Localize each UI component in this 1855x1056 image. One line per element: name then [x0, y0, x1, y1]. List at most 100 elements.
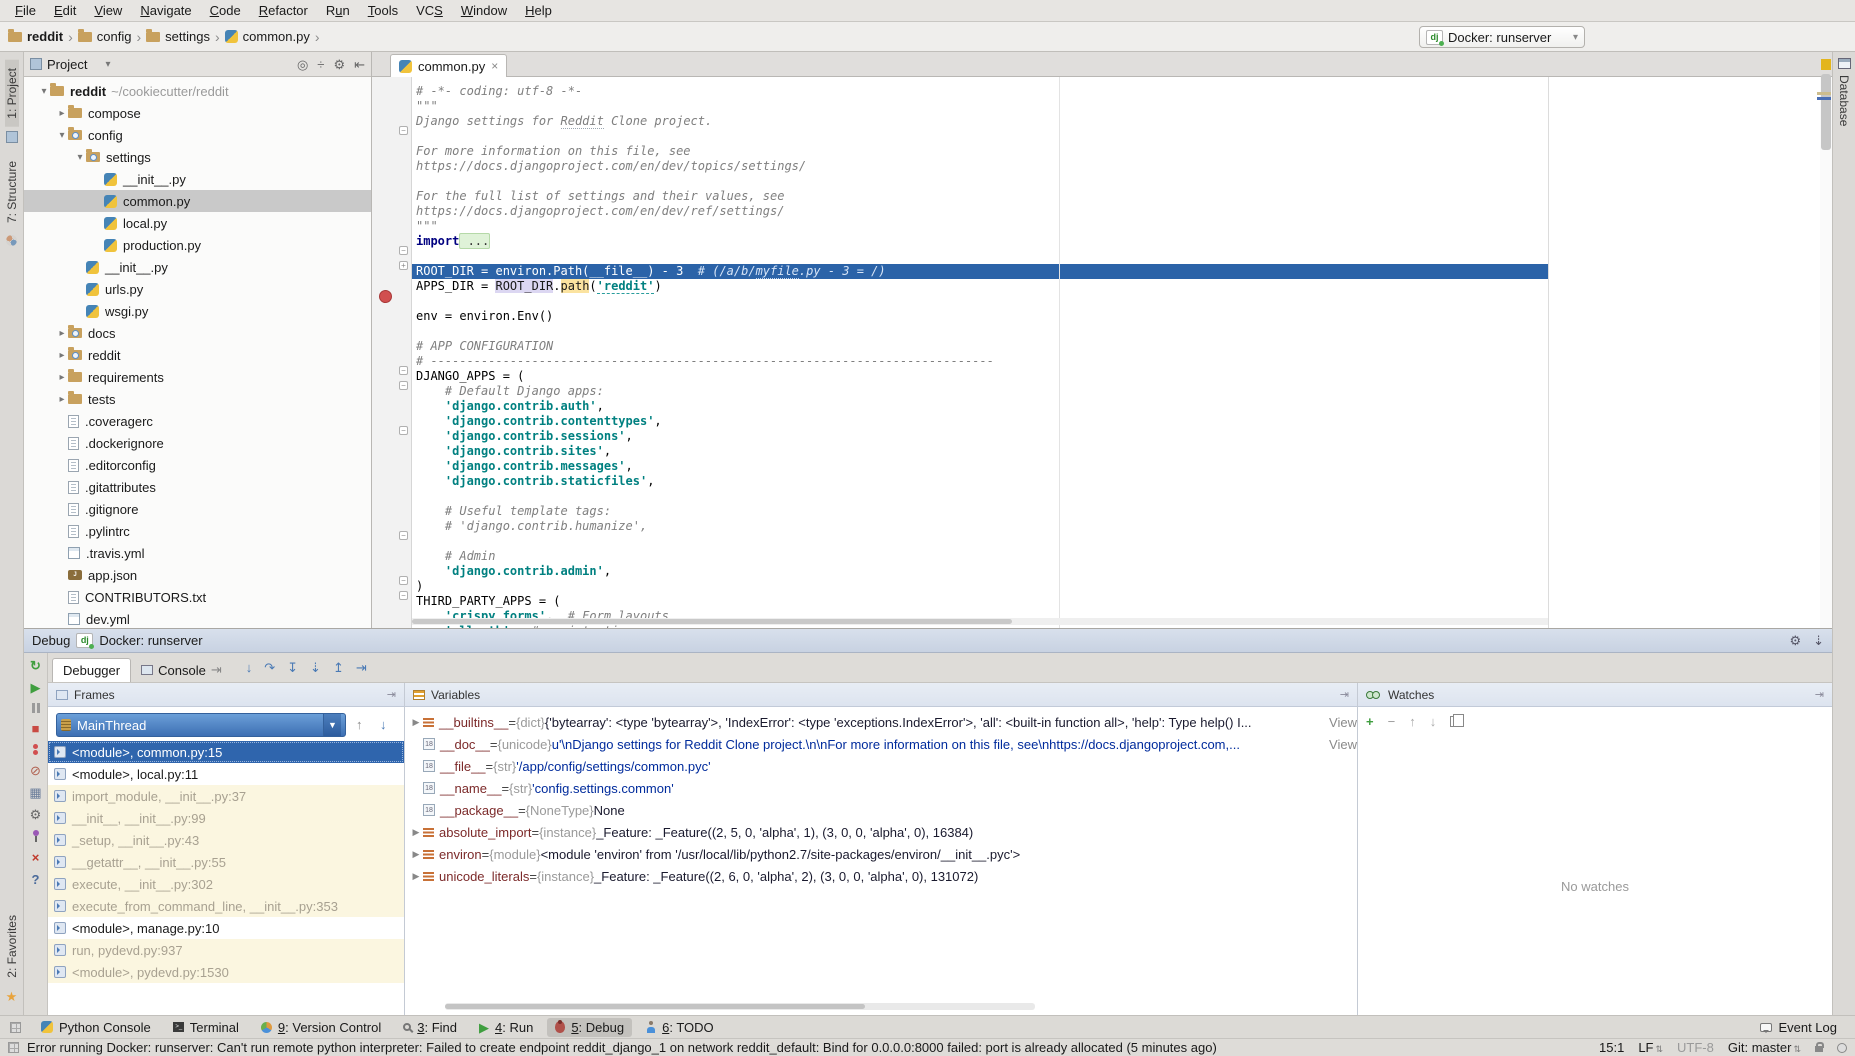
breadcrumb-item-settings[interactable]: settings [146, 29, 210, 44]
code-line[interactable]: 'django.contrib.sessions', [412, 429, 1832, 444]
hide-panel-icon[interactable]: ⇥ [387, 688, 396, 701]
frame-row[interactable]: _setup, __init__.py:43 [48, 829, 404, 851]
variables-horizontal-scrollbar[interactable] [445, 1003, 1035, 1010]
frame-down-icon[interactable]: ↓ [380, 717, 387, 732]
scrollbar-thumb[interactable] [445, 1004, 865, 1009]
hide-panel-icon[interactable]: ⇤ [354, 58, 365, 71]
frame-row[interactable]: <module>, local.py:11 [48, 763, 404, 785]
hide-tool-window-icon[interactable]: ⇣ [1813, 634, 1824, 647]
tree-item-urlspy[interactable]: urls.py [24, 278, 371, 300]
tool-windows-icon[interactable] [10, 1022, 21, 1033]
frame-row[interactable]: <module>, common.py:15 [48, 741, 404, 763]
tool-strip-tab-structure[interactable]: 7: Structure [5, 153, 19, 231]
step-into-my-code-icon[interactable]: ⇣ [310, 661, 321, 674]
tree-item-settings[interactable]: ▾settings [24, 146, 371, 168]
settings-icon[interactable]: ⚙ [30, 808, 42, 821]
rerun-icon[interactable]: ↻ [30, 659, 41, 672]
gear-icon[interactable]: ⚙ [333, 58, 345, 71]
menu-item-edit[interactable]: Edit [45, 0, 85, 21]
frame-row[interactable]: <module>, pydevd.py:1530 [48, 961, 404, 983]
tree-collapsed-icon[interactable]: ▸ [56, 372, 68, 383]
event-log-button[interactable]: Event Log [1752, 1018, 1845, 1037]
mute-breakpoints-icon[interactable]: ⊘ [30, 764, 41, 777]
tree-item-pylintrc[interactable]: .pylintrc [24, 520, 371, 542]
tool-window-button-6--todo[interactable]: 6: TODO [638, 1018, 722, 1037]
frame-row[interactable]: __init__, __init__.py:99 [48, 807, 404, 829]
tree-item-coveragerc[interactable]: .coveragerc [24, 410, 371, 432]
folded-region[interactable]: ... [459, 233, 490, 249]
close-icon[interactable]: × [32, 851, 40, 864]
step-out-icon[interactable]: ↥ [333, 661, 344, 674]
tree-collapsed-icon[interactable]: ▸ [56, 328, 68, 339]
code-line[interactable]: 'django.contrib.auth', [412, 399, 1832, 414]
pin-icon[interactable] [31, 830, 41, 842]
fold-collapse-icon[interactable]: − [399, 366, 408, 375]
editor[interactable]: common.py × −−+−−−−−−− # -*- coding: utf… [372, 52, 1832, 628]
tree-item-localpy[interactable]: local.py [24, 212, 371, 234]
encoding-indicator[interactable]: UTF-8 [1677, 1040, 1714, 1055]
variable-row[interactable]: 18__doc__ = {unicode} u'\nDjango setting… [405, 733, 1357, 755]
tool-windows-icon[interactable] [8, 1042, 19, 1053]
tool-window-button-4--run[interactable]: ▶4: Run [471, 1018, 541, 1037]
code-line[interactable]: # -*- coding: utf-8 -*- [412, 84, 1832, 99]
code-line[interactable] [412, 294, 1832, 309]
code-line[interactable]: 'django.contrib.admin', [412, 564, 1832, 579]
code-line[interactable]: DJANGO_APPS = ( [412, 369, 1832, 384]
tool-window-button-5--debug[interactable]: 5: Debug [547, 1018, 632, 1037]
editor-horizontal-scrollbar[interactable] [412, 618, 1548, 625]
tool-window-button-terminal[interactable]: >_Terminal [165, 1018, 247, 1037]
run-to-cursor-icon[interactable]: ⇥ [356, 661, 367, 674]
tree-item-gitignore[interactable]: .gitignore [24, 498, 371, 520]
menu-item-refactor[interactable]: Refactor [250, 0, 317, 21]
restore-layout-icon[interactable]: ▦ [29, 786, 41, 799]
menu-item-help[interactable]: Help [516, 0, 561, 21]
tree-item-__init__py[interactable]: __init__.py [24, 168, 371, 190]
tab-console[interactable]: Console⇥ [131, 658, 232, 682]
code-line[interactable]: # Default Django apps: [412, 384, 1832, 399]
breadcrumb-item-reddit[interactable]: reddit [8, 29, 63, 44]
code-line[interactable]: Django settings for Reddit Clone project… [412, 114, 1832, 129]
close-icon[interactable]: × [491, 59, 498, 73]
breakpoint-marker[interactable] [379, 290, 392, 303]
code-line[interactable]: import ... [412, 234, 1832, 249]
code-line[interactable]: THIRD_PARTY_APPS = ( [412, 594, 1832, 609]
run-configuration-select[interactable]: dj Docker: runserver ▾ [1419, 26, 1585, 48]
code-line[interactable] [412, 489, 1832, 504]
menu-item-window[interactable]: Window [452, 0, 516, 21]
move-down-icon[interactable]: ↓ [1430, 715, 1437, 728]
frame-row[interactable]: run, pydevd.py:937 [48, 939, 404, 961]
code-line[interactable]: https://docs.djangoproject.com/en/dev/re… [412, 204, 1832, 219]
move-up-icon[interactable]: ↑ [1409, 715, 1416, 728]
editor-scrollbar-thumb[interactable] [1821, 74, 1831, 150]
code-line[interactable]: # APP CONFIGURATION [412, 339, 1832, 354]
thread-selector[interactable]: MainThread ▼ [56, 713, 346, 737]
code-line[interactable]: # --------------------------------------… [412, 354, 1832, 369]
chevron-down-icon[interactable]: ▾ [105, 59, 110, 70]
tree-expanded-icon[interactable]: ▾ [74, 152, 86, 163]
expand-arrow-icon[interactable]: ▶ [409, 717, 423, 728]
remove-watch-icon[interactable]: − [1388, 715, 1396, 728]
code-line[interactable]: https://docs.djangoproject.com/en/dev/to… [412, 159, 1832, 174]
tool-strip-tab-database[interactable]: Database [1837, 69, 1851, 132]
breadcrumb-item-commonpy[interactable]: common.py [225, 29, 310, 44]
tree-item-productionpy[interactable]: production.py [24, 234, 371, 256]
tree-item-requirements[interactable]: ▸requirements [24, 366, 371, 388]
tool-window-button-python-console[interactable]: Python Console [33, 1018, 159, 1037]
tree-item-CONTRIBUTORStxt[interactable]: CONTRIBUTORS.txt [24, 586, 371, 608]
hide-panel-icon[interactable]: ⇥ [1815, 688, 1824, 701]
caret-position[interactable]: 15:1 [1599, 1040, 1624, 1055]
variable-row[interactable]: 18__name__ = {str} 'config.settings.comm… [405, 777, 1357, 799]
tree-item-wsgipy[interactable]: wsgi.py [24, 300, 371, 322]
lock-icon[interactable] [1815, 1046, 1823, 1052]
copy-icon[interactable] [1450, 716, 1459, 727]
fold-collapse-icon[interactable]: − [399, 531, 408, 540]
collapse-all-icon[interactable]: ÷ [317, 58, 324, 71]
frame-row[interactable]: execute, __init__.py:302 [48, 873, 404, 895]
code-line[interactable]: For more information on this file, see [412, 144, 1832, 159]
code-line[interactable]: 'django.contrib.messages', [412, 459, 1832, 474]
breadcrumb-item-config[interactable]: config [78, 29, 132, 44]
fold-collapse-icon[interactable]: − [399, 126, 408, 135]
tool-window-button-9--version-control[interactable]: 9: Version Control [253, 1018, 389, 1037]
expand-arrow-icon[interactable]: ▶ [409, 849, 423, 860]
code-line[interactable]: # Useful template tags: [412, 504, 1832, 519]
